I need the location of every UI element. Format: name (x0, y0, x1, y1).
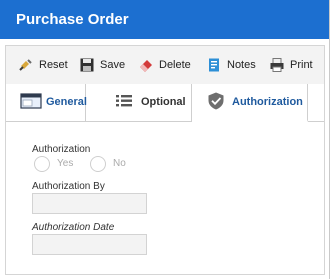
tab-bar: General Optional Authorization (6, 84, 324, 122)
authorization-yes-label: Yes (57, 158, 74, 169)
authorization-by-field[interactable] (32, 193, 147, 214)
save-label: Save (100, 59, 126, 71)
purchase-order-window: Purchase Order Reset Save Delete Notes P… (0, 0, 330, 279)
tab-general[interactable]: General (6, 84, 87, 121)
notes-icon (209, 58, 219, 72)
window-icon (20, 93, 42, 109)
print-label: Print (290, 59, 313, 71)
reset-label: Reset (39, 59, 68, 71)
window-title: Purchase Order (0, 0, 329, 39)
toolbar: Reset Save Delete Notes Print (6, 46, 324, 85)
authorization-date-field[interactable] (32, 234, 147, 255)
tab-optional-label: Optional (141, 96, 186, 108)
tab-authorization[interactable]: Authorization (192, 84, 308, 122)
notes-label: Notes (227, 59, 256, 71)
authorization-label: Authorization (32, 144, 91, 155)
printer-icon (270, 58, 284, 72)
authorization-form: Authorization Yes No Authorization By Au… (6, 122, 324, 274)
eraser-icon (140, 60, 152, 72)
shield-check-icon (208, 92, 224, 110)
tab-optional[interactable]: Optional (86, 84, 192, 121)
list-icon (116, 95, 132, 107)
save-icon (80, 58, 94, 72)
authorization-by-label: Authorization By (32, 181, 105, 192)
tab-general-label: General (46, 96, 87, 108)
delete-label: Delete (159, 59, 191, 71)
form-panel: Reset Save Delete Notes Print General Op… (5, 45, 325, 275)
authorization-date-label: Authorization Date (32, 222, 115, 233)
reset-icon (19, 59, 32, 71)
authorization-no-radio[interactable] (90, 156, 106, 172)
authorization-no-label: No (113, 158, 126, 169)
tab-authorization-label: Authorization (232, 96, 303, 108)
authorization-yes-radio[interactable] (34, 156, 50, 172)
